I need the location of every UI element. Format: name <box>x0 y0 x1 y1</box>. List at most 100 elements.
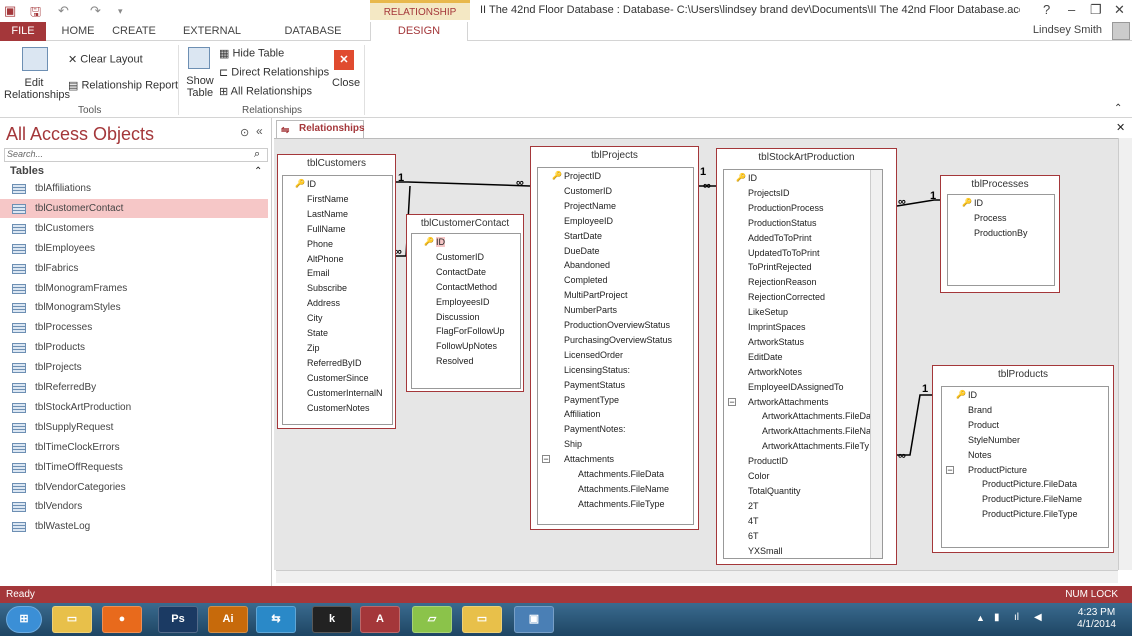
field-licensingstatus-[interactable]: LicensingStatus: <box>564 365 630 375</box>
field-followupnotes[interactable]: FollowUpNotes <box>436 341 497 351</box>
volume-icon[interactable]: ◀ <box>1034 612 1042 623</box>
teamviewer-taskbar-icon[interactable]: ⇆ <box>256 606 296 633</box>
field-artworkstatus[interactable]: ArtworkStatus <box>748 337 804 347</box>
field-process[interactable]: Process <box>974 213 1007 223</box>
field-referredbyid[interactable]: ReferredByID <box>307 358 362 368</box>
field-productid[interactable]: ProductID <box>748 456 788 466</box>
field-attachments-filedata[interactable]: Attachments.FileData <box>578 469 664 479</box>
window-taskbar-icon[interactable]: ▣ <box>514 606 554 633</box>
field-color[interactable]: Color <box>748 471 770 481</box>
field-list[interactable]: ID CustomerID ContactDate ContactMethod Empl… <box>411 233 521 389</box>
field-yxsmall[interactable]: YXSmall <box>748 546 783 556</box>
field-stylenumber[interactable]: StyleNumber <box>968 435 1020 445</box>
table-box-tblcustomers[interactable]: tblCustomers ID FirstName LastName FullName P… <box>277 154 396 429</box>
field-artworkattachments-fileda[interactable]: ArtworkAttachments.FileDa <box>762 411 871 421</box>
field-phone[interactable]: Phone <box>307 239 333 249</box>
field-lastname[interactable]: LastName <box>307 209 348 219</box>
field-list[interactable]: ID Process ProductionBy <box>947 194 1055 286</box>
field-artworkattachments-filety[interactable]: ArtworkAttachments.FileTy <box>762 441 869 451</box>
field-brand[interactable]: Brand <box>968 405 992 415</box>
field-customernotes[interactable]: CustomerNotes <box>307 403 370 413</box>
table-title[interactable]: tblProducts <box>933 369 1113 380</box>
collapse-field-icon[interactable]: − <box>728 397 736 406</box>
table-box-tblproducts[interactable]: tblProducts ID Brand Product StyleNumber Note… <box>932 365 1114 553</box>
field-licensedorder[interactable]: LicensedOrder <box>564 350 623 360</box>
field-altphone[interactable]: AltPhone <box>307 254 344 264</box>
field-artworknotes[interactable]: ArtworkNotes <box>748 367 802 377</box>
field-attachments-filename[interactable]: Attachments.FileName <box>578 484 669 494</box>
field-employeeidassignedto[interactable]: EmployeeIDAssignedTo <box>748 382 844 392</box>
field-affiliation[interactable]: Affiliation <box>564 409 600 419</box>
table-title[interactable]: tblProcesses <box>941 179 1059 190</box>
field-rejectionreason[interactable]: RejectionReason <box>748 277 817 287</box>
field-totalquantity[interactable]: TotalQuantity <box>748 486 801 496</box>
table-title[interactable]: tblStockArtProduction <box>717 152 896 163</box>
field-fullname[interactable]: FullName <box>307 224 346 234</box>
field-projectid[interactable]: ProjectID <box>552 171 601 181</box>
network-icon[interactable]: ▮ <box>994 612 1000 623</box>
clock[interactable]: 4:23 PM 4/1/2014 <box>1077 607 1116 631</box>
field-address[interactable]: Address <box>307 298 340 308</box>
photoshop-taskbar-icon[interactable]: Ps <box>158 606 198 633</box>
field-updatedtotoprint[interactable]: UpdatedToToPrint <box>748 248 820 258</box>
field-customerid[interactable]: CustomerID <box>564 186 612 196</box>
field-productpicture-filedata[interactable]: ProductPicture.FileData <box>982 479 1077 489</box>
field-city[interactable]: City <box>307 313 323 323</box>
field-ship[interactable]: Ship <box>564 439 582 449</box>
field-firstname[interactable]: FirstName <box>307 194 349 204</box>
field-list[interactable]: ID FirstName LastName FullName Phone AltPhone… <box>282 175 393 425</box>
field-discussion[interactable]: Discussion <box>436 312 480 322</box>
field-2t[interactable]: 2T <box>748 501 759 511</box>
field-list[interactable]: ProjectID CustomerID ProjectName EmployeeID… <box>537 167 694 525</box>
field-employeeid[interactable]: EmployeeID <box>564 216 613 226</box>
field-productpicture-filename[interactable]: ProductPicture.FileName <box>982 494 1082 504</box>
field-id[interactable]: ID <box>424 237 445 247</box>
field-zip[interactable]: Zip <box>307 343 320 353</box>
field-completed[interactable]: Completed <box>564 275 608 285</box>
field-flagforfollowup[interactable]: FlagForFollowUp <box>436 326 505 336</box>
field-artworkattachments-filena[interactable]: ArtworkAttachments.FileNa <box>762 426 871 436</box>
field-abandoned[interactable]: Abandoned <box>564 260 610 270</box>
collapse-field-icon[interactable]: − <box>946 465 954 474</box>
table-title[interactable]: tblProjects <box>531 150 698 161</box>
field-editdate[interactable]: EditDate <box>748 352 783 362</box>
field-attachments[interactable]: Attachments <box>564 454 614 464</box>
field-4t[interactable]: 4T <box>748 516 759 526</box>
tray-chevron-icon[interactable]: ▲ <box>976 613 985 623</box>
tablet-taskbar-icon[interactable]: ▱ <box>412 606 452 633</box>
field-productpicture-filetype[interactable]: ProductPicture.FileType <box>982 509 1078 519</box>
rel-line-customers-projects[interactable] <box>396 181 531 187</box>
field-resolved[interactable]: Resolved <box>436 356 474 366</box>
table-box-tblcustomercontact[interactable]: tblCustomerContact ID CustomerID ContactDat… <box>406 214 524 392</box>
field-productionoverviewstatus[interactable]: ProductionOverviewStatus <box>564 320 670 330</box>
field-product[interactable]: Product <box>968 420 999 430</box>
field-paymenttype[interactable]: PaymentType <box>564 395 619 405</box>
field-customerid[interactable]: CustomerID <box>436 252 484 262</box>
field-toprintrejected[interactable]: ToPrintRejected <box>748 262 812 272</box>
field-customerinternaln[interactable]: CustomerInternalN <box>307 388 383 398</box>
field-projectsid[interactable]: ProjectsID <box>748 188 790 198</box>
kindle-taskbar-icon[interactable]: k <box>312 606 352 633</box>
field-multipartproject[interactable]: MultiPartProject <box>564 290 628 300</box>
field-list[interactable]: ID Brand Product StyleNumber Notes ProductPic… <box>941 386 1109 548</box>
signal-icon[interactable]: ıl <box>1014 612 1019 623</box>
field-state[interactable]: State <box>307 328 328 338</box>
collapse-field-icon[interactable]: − <box>542 455 550 464</box>
field-artworkattachments[interactable]: ArtworkAttachments <box>748 397 829 407</box>
field-customersince[interactable]: CustomerSince <box>307 373 369 383</box>
field-attachments-filetype[interactable]: Attachments.FileType <box>578 499 665 509</box>
field-contactmethod[interactable]: ContactMethod <box>436 282 497 292</box>
field-paymentstatus[interactable]: PaymentStatus <box>564 380 625 390</box>
field-rejectioncorrected[interactable]: RejectionCorrected <box>748 292 825 302</box>
field-paymentnotes-[interactable]: PaymentNotes: <box>564 424 626 434</box>
field-purchasingoverviewstatus[interactable]: PurchasingOverviewStatus <box>564 335 672 345</box>
field-likesetup[interactable]: LikeSetup <box>748 307 788 317</box>
field-6t[interactable]: 6T <box>748 531 759 541</box>
field-notes[interactable]: Notes <box>968 450 992 460</box>
table-box-tblprojects[interactable]: tblProjects ProjectID CustomerID ProjectNam… <box>530 146 699 530</box>
field-employeesid[interactable]: EmployeesID <box>436 297 490 307</box>
field-productionprocess[interactable]: ProductionProcess <box>748 203 824 213</box>
field-id[interactable]: ID <box>736 173 757 183</box>
field-productionby[interactable]: ProductionBy <box>974 228 1028 238</box>
field-contactdate[interactable]: ContactDate <box>436 267 486 277</box>
